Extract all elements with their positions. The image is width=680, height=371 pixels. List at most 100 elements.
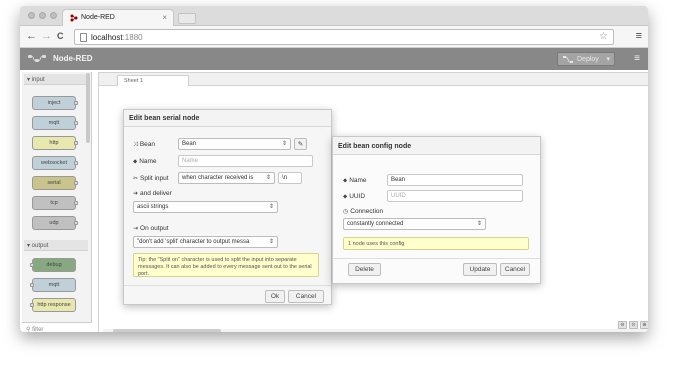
connection-select[interactable]: constantly connected ⇕ [343,218,486,230]
edit-bean-button[interactable]: ✎ [294,138,307,150]
url-text: localhost:1880 [91,33,143,42]
node-palette: ▾ input inject mqtt http websocket seria… [22,72,92,332]
select-arrows-icon: ⇕ [281,141,287,147]
deploy-icon [563,56,573,63]
output-port [74,161,78,165]
browser-tab-title: Node-RED [81,14,115,21]
output-mode-select[interactable]: "don't add 'split' character to output m… [133,236,278,248]
new-tab-button[interactable] [178,13,196,24]
sign-out-icon: ⇥ [133,226,139,232]
zoom-reset-icon[interactable]: ⊙ [629,321,638,329]
browser-toolbar: ← → C localhost:1880 ☆ ≡ [20,26,648,48]
cancel-button[interactable]: Cancel [500,263,530,276]
output-port [74,201,78,205]
ok-button[interactable]: Ok [265,290,285,303]
browser-tab-bar: Node-RED × [20,6,648,26]
tag-icon: ⬥ [343,194,348,200]
config-name-field[interactable]: Bean [387,174,523,186]
cancel-button[interactable]: Cancel [288,290,324,303]
filter-placeholder: filter [32,327,44,332]
input-port [30,303,34,307]
minimize-window-button[interactable] [39,12,46,19]
split-input-label: ✂ Split input [133,175,169,182]
palette-category-output[interactable]: ▾ output [24,240,88,251]
delete-button[interactable]: Delete [348,263,381,276]
uuid-field[interactable]: UUID [387,190,523,202]
dialog-title: Edit bean serial node [124,110,331,127]
chevron-down-icon[interactable]: ▾ [606,55,610,63]
browser-window: Node-RED × ← → C localhost:1880 ☆ ≡ Node… [20,6,648,332]
clock-icon: ◷ [343,209,349,215]
browser-menu-icon[interactable]: ≡ [636,30,642,42]
deploy-label: Deploy [577,56,599,63]
deliver-label: ➜ and deliver [133,190,172,197]
palette-filter-input[interactable]: ⚲ filter [22,322,92,332]
dialog-footer-divider [124,285,331,286]
page-icon [80,33,87,42]
workspace-tabs: Sheet 1 + [99,73,648,86]
zoom-out-icon[interactable]: ⊖ [618,321,627,329]
output-port [74,181,78,185]
forward-arrow-icon[interactable]: → [41,30,52,42]
output-port [74,101,78,105]
tip-box: Tip: the "Split on" character is used to… [133,253,319,277]
output-port [74,141,78,145]
app-menu-icon[interactable]: ≡ [634,53,640,64]
name-field[interactable]: Name [178,155,313,167]
search-icon: ⚲ [26,327,31,332]
pencil-icon: ✎ [297,141,304,148]
edit-serial-node-dialog: Edit bean serial node ⤨ Bean Bean ⇕ ✎ ⬥ Nam… [123,109,332,305]
palette-category-input[interactable]: ▾ input [24,74,88,85]
node-red-favicon-icon [70,14,78,22]
palette-node-http-in[interactable]: http [32,136,78,150]
palette-node-inject[interactable]: inject [32,96,78,110]
split-mode-select[interactable]: when character received is ⇕ [178,172,275,184]
output-port [74,221,78,225]
select-arrows-icon: ⇕ [476,221,482,227]
palette-scrollbar[interactable] [86,73,90,143]
split-character-field[interactable]: \n [278,172,302,184]
connection-label: ◷ Connection [343,208,384,215]
config-usage-note: 1 node uses this config [343,237,529,250]
palette-node-http-response[interactable]: http response [30,298,76,312]
dialog-footer-divider [333,258,540,259]
zoom-window-button[interactable] [50,12,57,19]
palette-node-udp-in[interactable]: udp [32,216,78,230]
output-port [74,121,78,125]
select-arrows-icon: ⇕ [265,175,271,181]
palette-node-websocket-in[interactable]: websocket [32,156,78,170]
tab-sheet-1[interactable]: Sheet 1 [117,75,189,86]
palette-node-mqtt-in[interactable]: mqtt [32,116,78,130]
bookmark-star-icon[interactable]: ☆ [599,31,608,42]
deploy-button[interactable]: Deploy ▾ [557,52,615,66]
bean-select[interactable]: Bean ⇕ [178,138,291,150]
select-arrows-icon: ⇕ [268,239,274,245]
workspace-horizontal-scrollbar[interactable] [103,329,648,332]
config-name-label: ⬥ Name [343,177,367,184]
node-red-logo-icon [28,55,46,62]
address-bar[interactable]: localhost:1880 ☆ [74,29,614,45]
update-button[interactable]: Update [463,263,497,276]
input-port [30,263,34,267]
tag-icon: ⬥ [343,178,348,184]
edit-config-node-dialog: Edit bean config node ⬥ Name Bean ⬥ UUID U… [332,136,541,284]
deliver-select[interactable]: ascii strings ⇕ [133,201,278,213]
palette-node-serial-in[interactable]: serial [32,176,78,190]
split-icon: ✂ [133,176,139,182]
palette-node-mqtt-out[interactable]: mqtt [30,278,76,292]
palette-node-debug[interactable]: debug [30,258,76,272]
close-tab-icon[interactable]: × [162,13,167,22]
close-window-button[interactable] [28,12,35,19]
browser-tab[interactable]: Node-RED × [62,9,174,26]
reload-icon[interactable]: C [57,30,64,42]
bean-label: ⤨ Bean [133,141,155,148]
scrollbar-thumb[interactable] [113,329,221,332]
input-port [30,283,34,287]
select-arrows-icon: ⇕ [268,204,274,210]
zoom-in-icon[interactable]: ⊕ [640,321,648,329]
shuffle-icon: ⤨ [133,142,138,148]
dialog-title: Edit bean config node [333,137,540,155]
back-arrow-icon[interactable]: ← [26,30,37,42]
sign-in-icon: ➜ [133,191,139,197]
palette-node-tcp-in[interactable]: tcp [32,196,78,210]
